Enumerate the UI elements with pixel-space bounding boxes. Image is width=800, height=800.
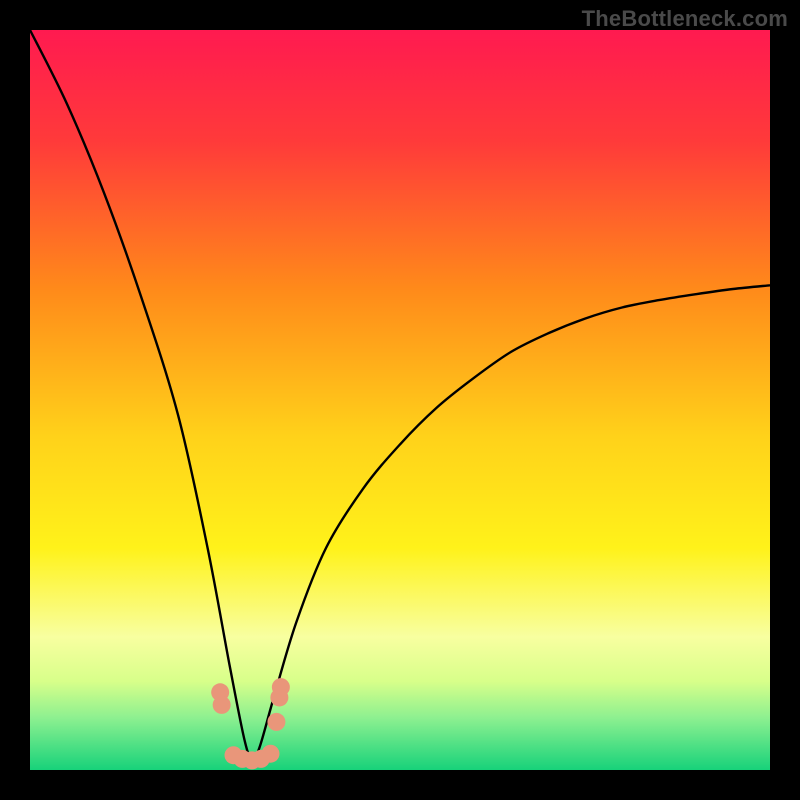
- bottleneck-chart: [30, 30, 770, 770]
- watermark-text: TheBottleneck.com: [582, 6, 788, 32]
- gradient-background: [30, 30, 770, 770]
- data-marker: [267, 713, 285, 731]
- data-marker: [262, 745, 280, 763]
- chart-frame: [30, 30, 770, 770]
- data-marker: [213, 696, 231, 714]
- data-marker: [272, 678, 290, 696]
